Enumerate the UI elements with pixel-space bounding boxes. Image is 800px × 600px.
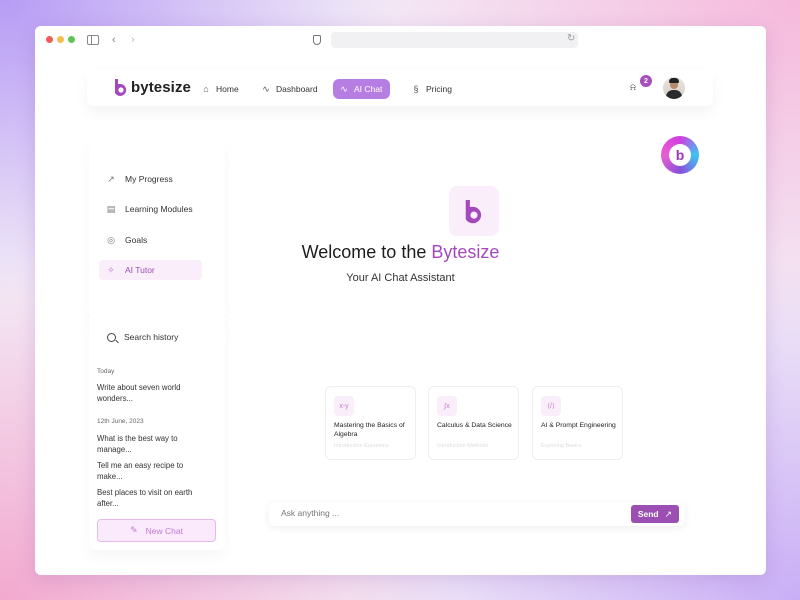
sidebar-toggle-icon[interactable] [87, 35, 99, 45]
minimize-window-icon[interactable] [57, 36, 64, 43]
search-history[interactable]: Search history [107, 332, 178, 342]
welcome-subtitle: Your AI Chat Assistant [346, 272, 455, 284]
suggested-prompt-card[interactable]: ∫x Calculus & Data Science Introduction … [428, 386, 519, 460]
shield-icon[interactable] [313, 35, 321, 45]
history-entry[interactable]: Write about seven world wonders... [97, 382, 207, 404]
welcome-title: Welcome to the Bytesize [35, 242, 766, 263]
new-chat-label: New Chat [145, 525, 183, 536]
send-button-label: Send [637, 509, 659, 519]
close-window-icon[interactable] [46, 36, 53, 43]
browser-window: ‹ › ↻ bytesize ⌂ Home ∿ Dashboard ∿ AI C… [35, 26, 766, 575]
user-avatar[interactable] [663, 77, 685, 99]
history-entry[interactable]: What is the best way to manage... [97, 433, 207, 455]
hero-logo [449, 186, 499, 236]
chat-composer: Send ↗ [269, 502, 685, 526]
coin-icon: § [413, 84, 419, 94]
bell-icon[interactable]: ⍾ [630, 82, 636, 93]
send-button[interactable]: Send ↗ [631, 505, 679, 523]
sidebar-item-my-progress[interactable]: ↗ My Progress [99, 169, 202, 189]
activity-icon: ∿ [340, 83, 348, 94]
code-icon: ⟨/⟩ [541, 396, 561, 416]
chart-icon: ↗ [107, 173, 115, 184]
activity-icon: ∿ [262, 83, 270, 94]
address-bar[interactable] [331, 32, 578, 48]
nav-home[interactable]: ⌂ Home [195, 79, 245, 99]
top-navbar: bytesize ⌂ Home ∿ Dashboard ∿ AI Chat § … [87, 70, 713, 106]
arrow-up-right-icon: ↗ [664, 508, 673, 519]
home-icon: ⌂ [203, 84, 209, 94]
edit-icon: ✎ [130, 525, 138, 535]
search-icon [107, 332, 116, 342]
suggested-prompt-card[interactable]: ⟨/⟩ AI & Prompt Engineering Exploring Ba… [532, 386, 623, 460]
nav-pricing-label: Pricing [426, 84, 452, 94]
book-icon: ▤ [106, 203, 116, 214]
assistant-avatar[interactable]: b [661, 136, 699, 174]
nav-dashboard[interactable]: ∿ Dashboard [255, 79, 324, 99]
notification-badge: 2 [640, 75, 652, 87]
bytesize-logo-icon [465, 200, 482, 224]
bytesize-logo-icon: b [669, 144, 691, 166]
reload-icon[interactable]: ↻ [567, 32, 575, 46]
nav-home-label: Home [216, 84, 239, 94]
history-section-label: Today [97, 368, 115, 375]
sidebar-item-label: My Progress [125, 174, 173, 184]
history-entry[interactable]: Best places to visit on earth after... [97, 487, 207, 509]
prompt-title: Mastering the Basics of Algebra [334, 422, 405, 438]
search-history-label: Search history [124, 332, 179, 342]
prompt-subtitle: Introduction Equations [334, 443, 389, 449]
forward-arrow-icon[interactable]: › [131, 33, 135, 47]
browser-chrome: ‹ › ↻ [35, 26, 766, 54]
prompt-title: AI & Prompt Engineering [541, 422, 616, 429]
prompt-title: Calculus & Data Science [437, 422, 512, 429]
sidebar-item-label: Learning Modules [125, 204, 193, 214]
brand-logo[interactable]: bytesize [113, 78, 191, 96]
chat-history-panel: Search history Today Write about seven w… [89, 314, 225, 550]
nav-dashboard-label: Dashboard [276, 84, 318, 94]
integral-icon: ∫x [437, 396, 457, 416]
suggested-prompt-card[interactable]: x-y Mastering the Basics of Algebra Intr… [325, 386, 416, 460]
new-chat-button[interactable]: ✎ New Chat [97, 519, 216, 542]
algebra-icon: x-y [334, 396, 354, 416]
back-arrow-icon[interactable]: ‹ [112, 33, 116, 47]
prompt-subtitle: Introduction Methods [437, 443, 489, 449]
nav-pricing[interactable]: § Pricing [405, 79, 458, 99]
history-section-label: 12th June, 2023 [97, 418, 144, 425]
maximize-window-icon[interactable] [68, 36, 75, 43]
sidebar-menu: ↗ My Progress ▤ Learning Modules ◎ Goals… [89, 142, 225, 318]
welcome-title-prefix: Welcome to the [301, 242, 432, 262]
prompt-subtitle: Exploring Basics [541, 443, 582, 449]
welcome-title-brand: Bytesize [431, 242, 500, 262]
nav-ai-chat-label: AI Chat [354, 84, 383, 94]
nav-ai-chat[interactable]: ∿ AI Chat [333, 79, 391, 99]
history-entry[interactable]: Tell me an easy recipe to make... [97, 460, 207, 482]
bytesize-logo-icon [115, 79, 127, 96]
brand-name: bytesize [131, 78, 191, 96]
chat-input[interactable] [281, 508, 611, 518]
sidebar-item-learning-modules[interactable]: ▤ Learning Modules [99, 199, 202, 219]
